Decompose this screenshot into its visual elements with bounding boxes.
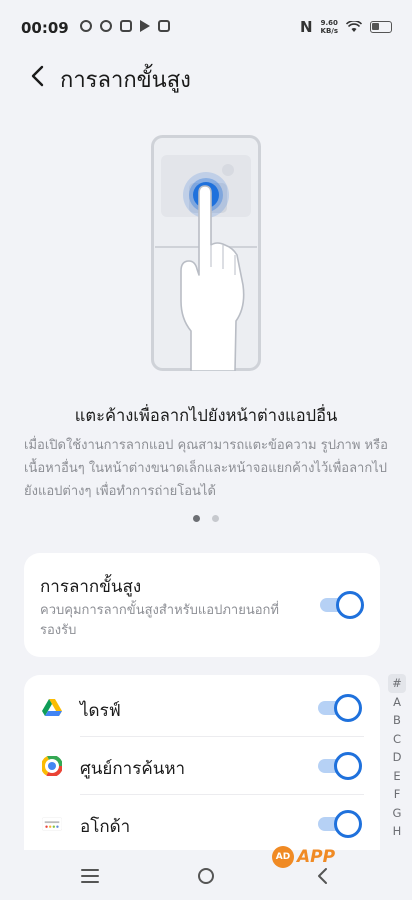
- agoda-icon: [42, 814, 62, 834]
- notification-bulb-icon: [100, 20, 112, 32]
- agoda-toggle[interactable]: [316, 810, 362, 838]
- nfc-icon: N: [299, 18, 313, 36]
- search-center-toggle[interactable]: [316, 752, 362, 780]
- apps-list-card: ไดรฟ์ ศูนย์การค้นหา อโกด้า: [24, 675, 380, 860]
- index-letter[interactable]: F: [388, 785, 406, 804]
- status-bar: 00:09 N 9.60 KB/s: [0, 0, 412, 56]
- notification-icons: [80, 20, 170, 32]
- advanced-drag-toggle[interactable]: [318, 591, 364, 619]
- drive-toggle[interactable]: [316, 694, 362, 722]
- index-letter[interactable]: G: [388, 804, 406, 823]
- watermark-logo: AD APP: [272, 846, 335, 868]
- feature-title: แตะค้างเพื่อลากไปยังหน้าต่างแอปอื่น: [74, 406, 338, 425]
- home-circle-icon: [198, 868, 214, 884]
- network-speed-unit: KB/s: [320, 27, 338, 35]
- app-row-search-center[interactable]: ศูนย์การค้นหา: [24, 737, 380, 795]
- advanced-drag-label: การลากขั้นสูง: [40, 577, 142, 597]
- network-speed: 9.60 KB/s: [321, 19, 338, 35]
- app-label: ศูนย์การค้นหา: [80, 759, 186, 779]
- play-store-icon: [140, 20, 150, 32]
- menu-icon: [81, 869, 99, 883]
- notification-app-icon: [80, 20, 92, 32]
- toggle-knob: [334, 752, 362, 780]
- page-dot-2[interactable]: [212, 515, 219, 522]
- status-time: 00:09: [21, 19, 69, 37]
- index-letter[interactable]: #: [388, 674, 406, 693]
- google-drive-icon: [42, 698, 62, 718]
- recents-button[interactable]: [78, 864, 102, 888]
- app-row-drive[interactable]: ไดรฟ์: [24, 679, 380, 737]
- page-title: การลากขั้นสูง: [60, 68, 191, 93]
- app-label: อโกด้า: [80, 817, 131, 837]
- notification-window-icon: [158, 20, 170, 32]
- back-button[interactable]: [24, 62, 52, 90]
- index-letter[interactable]: B: [388, 711, 406, 730]
- alphabet-index-bar[interactable]: # A B C D E F G H: [388, 674, 406, 841]
- header: การลากขั้นสูง: [0, 56, 412, 96]
- notification-app-icon: [120, 20, 132, 32]
- index-letter[interactable]: C: [388, 730, 406, 749]
- system-icons: N 9.60 KB/s: [300, 18, 392, 36]
- watermark-badge: AD: [272, 846, 294, 868]
- network-speed-value: 9.60: [320, 19, 338, 27]
- search-center-icon: [42, 756, 62, 776]
- watermark-text: APP: [297, 847, 336, 867]
- index-letter[interactable]: D: [388, 748, 406, 767]
- toggle-knob: [336, 591, 364, 619]
- chevron-left-icon: [31, 65, 44, 87]
- back-chevron-icon: [318, 868, 327, 884]
- app-row-agoda[interactable]: อโกด้า: [24, 795, 380, 853]
- app-label: ไดรฟ์: [80, 701, 121, 721]
- advanced-drag-card[interactable]: การลากขั้นสูง ควบคุมการลากขั้นสูงสำหรับแ…: [24, 553, 380, 657]
- toggle-knob: [334, 810, 362, 838]
- home-button[interactable]: [194, 864, 218, 888]
- index-letter[interactable]: E: [388, 767, 406, 786]
- page-dot-1[interactable]: [193, 515, 200, 522]
- battery-icon: [370, 21, 392, 33]
- toggle-knob: [334, 694, 362, 722]
- index-letter[interactable]: A: [388, 693, 406, 712]
- navigation-bar: [0, 850, 412, 900]
- page-indicator: [0, 515, 412, 522]
- drag-illustration: [151, 135, 261, 371]
- index-letter[interactable]: H: [388, 822, 406, 841]
- wifi-icon: [346, 21, 362, 32]
- feature-description: เมื่อเปิดใช้งานการลากแอป คุณสามารถแตะข้อ…: [24, 438, 388, 499]
- advanced-drag-description: ควบคุมการลากขั้นสูงสำหรับแอปภายนอกที่รอง…: [40, 603, 279, 638]
